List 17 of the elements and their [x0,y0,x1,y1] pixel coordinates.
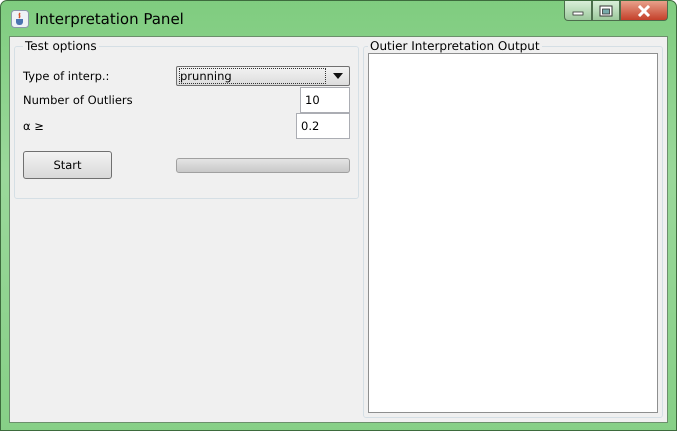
field-label: Number of Outliers [23,93,133,107]
panel-title: Test options [24,39,98,53]
type-dropdown[interactable]: prunning [176,66,350,86]
close-icon [637,4,651,16]
field-label: Type of interp.: [23,69,110,83]
start-button[interactable]: Start [23,151,112,179]
close-button[interactable] [620,1,668,21]
window-title: Interpretation Panel [35,10,184,28]
panel-title: Outier Interpretation Output [369,39,541,53]
dropdown-arrow-icon [333,73,343,79]
input-field[interactable]: 10 [300,87,350,113]
field-label: α ≥ [23,119,44,133]
input-field[interactable]: 0.2 [296,113,350,139]
minimize-button[interactable] [564,1,592,21]
maximize-button[interactable] [592,1,620,21]
cup-icon [11,10,29,28]
maximize-icon [599,4,613,16]
